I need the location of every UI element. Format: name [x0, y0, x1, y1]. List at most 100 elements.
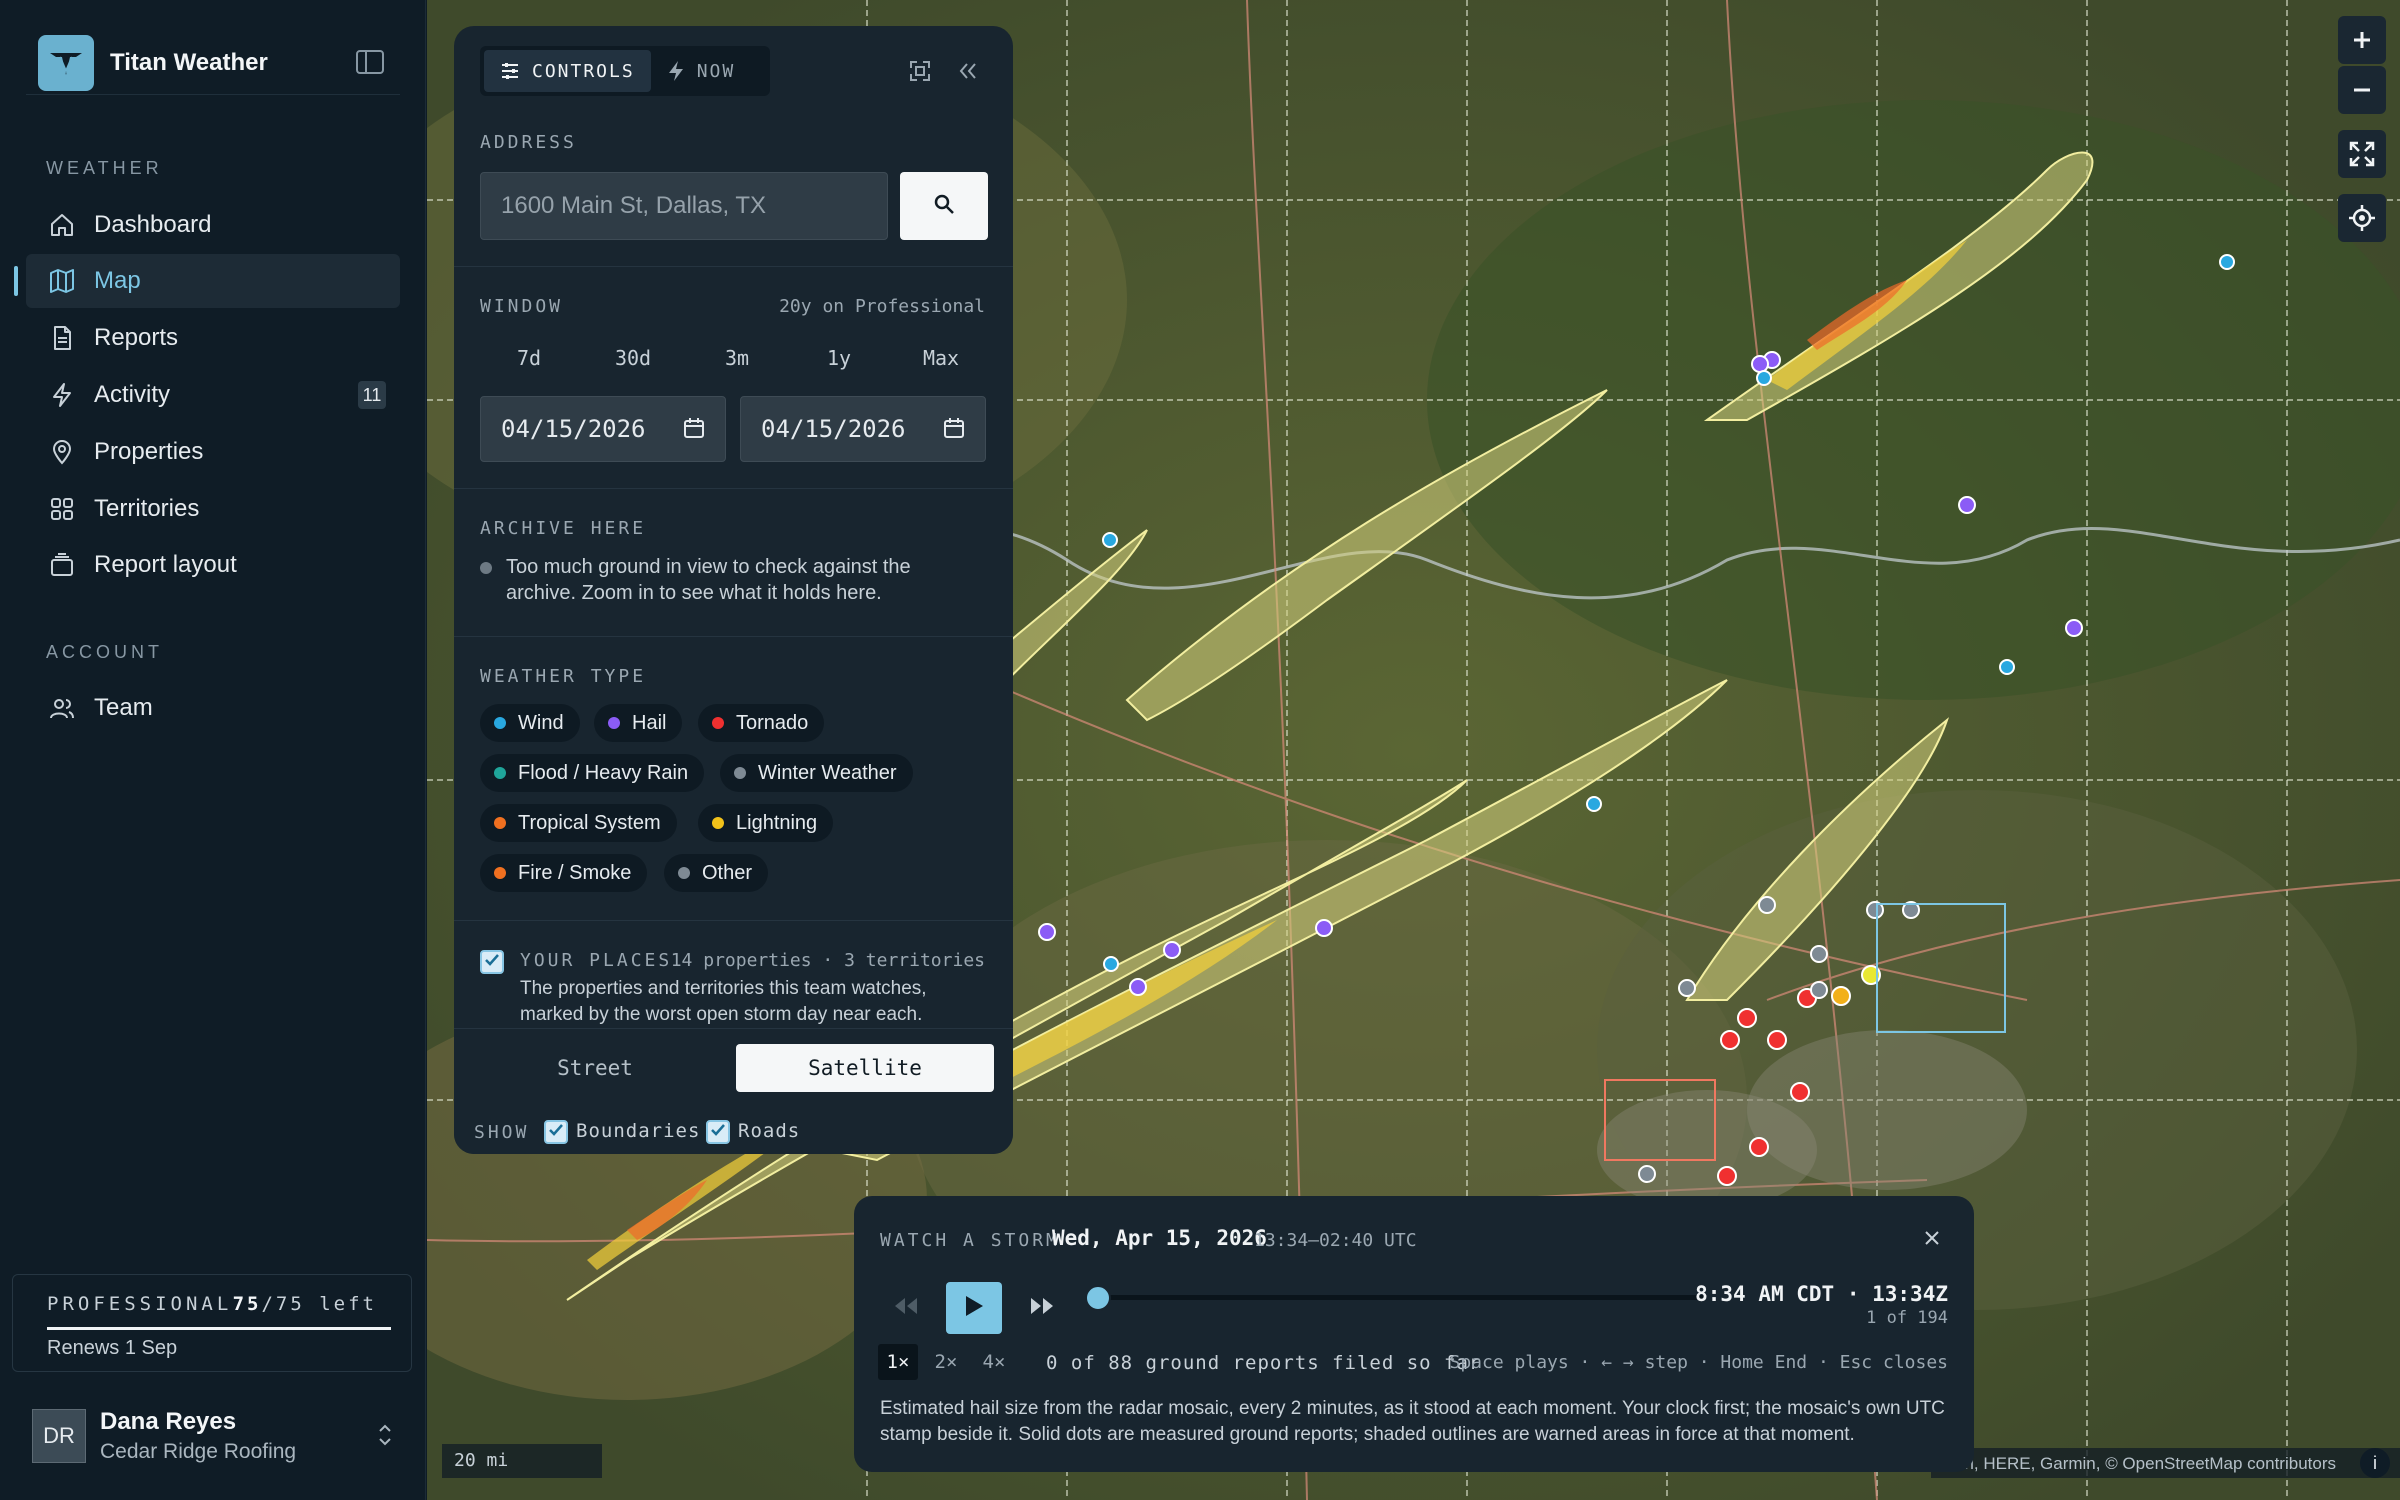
section-label-account: ACCOUNT: [46, 642, 163, 662]
roads-checkbox[interactable]: [706, 1120, 730, 1144]
zoom-in-button[interactable]: [2338, 16, 2386, 64]
sidebar-item-team[interactable]: Team: [26, 681, 400, 735]
sidebar-item-territories[interactable]: Territories: [26, 482, 400, 536]
sidebar-item-reports[interactable]: Reports: [26, 311, 400, 365]
zoom-out-button[interactable]: [2338, 66, 2386, 114]
timeline-thumb[interactable]: [1085, 1285, 1111, 1311]
map-scale: 20 mi: [442, 1444, 602, 1478]
basemap-satellite-button[interactable]: Satellite: [736, 1044, 994, 1092]
archive-status-dot: [480, 562, 492, 574]
basemap-street-button[interactable]: Street: [480, 1044, 710, 1092]
fullscreen-button[interactable]: [2338, 130, 2386, 178]
tornado-dot-icon: [712, 717, 724, 729]
window-option-7d[interactable]: 7d: [478, 346, 580, 370]
player-label: WATCH A STORM: [880, 1230, 1060, 1251]
sidebar-item-map[interactable]: Map: [26, 254, 400, 308]
expand-icon[interactable]: [905, 56, 935, 86]
chip-flood[interactable]: Flood / Heavy Rain: [480, 754, 705, 792]
archive-text: Too much ground in view to check against…: [506, 556, 911, 604]
user-org: Cedar Ridge Roofing: [100, 1440, 297, 1463]
check-icon: [710, 1122, 726, 1143]
window-label: WINDOW: [480, 296, 564, 317]
chip-tornado[interactable]: Tornado: [698, 704, 825, 742]
sidebar-item-label: Territories: [94, 495, 200, 522]
your-places-checkbox[interactable]: [480, 950, 504, 974]
calendar-icon: [683, 417, 705, 445]
sidebar-item-dashboard[interactable]: Dashboard: [26, 198, 400, 252]
sidebar-item-label: Reports: [94, 324, 179, 351]
chip-other[interactable]: Other: [664, 854, 769, 892]
address-label: ADDRESS: [480, 132, 577, 153]
roads-label: Roads: [738, 1120, 801, 1142]
layers-icon: [46, 549, 78, 581]
sidebar-item-activity[interactable]: Activity 11: [26, 368, 400, 422]
app-name: Titan Weather: [110, 49, 268, 76]
tab-now[interactable]: NOW: [651, 50, 752, 92]
brand: Titan Weather: [38, 32, 400, 94]
start-date-input[interactable]: 04/15/2026: [480, 396, 726, 462]
weather-type-label: WEATHER TYPE: [480, 666, 647, 687]
ground-reports-count: 0 of 88 ground reports filed so far: [1046, 1352, 1482, 1374]
bolt-icon: [667, 60, 685, 82]
sidebar-item-label: Team: [94, 694, 153, 721]
address-search-button[interactable]: [900, 172, 988, 240]
speed-1x[interactable]: 1×: [878, 1344, 918, 1380]
chip-winter-weather[interactable]: Winter Weather: [720, 754, 913, 792]
boundaries-label: Boundaries: [576, 1120, 701, 1142]
archive-label: ARCHIVE HERE: [480, 518, 647, 539]
boundaries-checkbox[interactable]: [544, 1120, 568, 1144]
chip-hail[interactable]: Hail: [594, 704, 683, 742]
close-icon[interactable]: [1920, 1226, 1944, 1250]
sidebar-item-report-layout[interactable]: Report layout: [26, 538, 400, 592]
step-forward-button[interactable]: [1022, 1282, 1062, 1334]
map-icon: [46, 265, 78, 297]
grid-icon: [46, 493, 78, 525]
speed-4x[interactable]: 4×: [974, 1344, 1014, 1380]
window-plan-note: 20y on Professional: [779, 296, 985, 317]
titan-logo-icon[interactable]: [38, 35, 94, 91]
sidebar-collapse-icon[interactable]: [354, 46, 386, 78]
controls-panel: CONTROLS NOW ADDRESS WINDOW 20y on Profe…: [454, 26, 1013, 1154]
play-icon: [963, 1294, 985, 1323]
other-dot-icon: [678, 867, 690, 879]
plan-name: PROFESSIONAL: [47, 1293, 233, 1315]
info-icon[interactable]: i: [2360, 1448, 2390, 1478]
user-menu[interactable]: DR Dana Reyes Cedar Ridge Roofing: [32, 1404, 406, 1468]
chevron-up-down-icon: [376, 1422, 394, 1453]
window-option-30d[interactable]: 30d: [582, 346, 684, 370]
fast-forward-icon: [1029, 1297, 1055, 1320]
document-icon: [46, 322, 78, 354]
window-option-max[interactable]: Max: [890, 346, 992, 370]
hail-dot-icon: [608, 717, 620, 729]
window-option-1y[interactable]: 1y: [788, 346, 890, 370]
check-icon: [548, 1122, 564, 1143]
timeline-track[interactable]: [1098, 1295, 1706, 1300]
chip-fire-smoke[interactable]: Fire / Smoke: [480, 854, 648, 892]
locate-me-button[interactable]: [2338, 194, 2386, 242]
window-option-3m[interactable]: 3m: [686, 346, 788, 370]
plan-renews: Renews 1 Sep: [47, 1337, 178, 1359]
step-back-button[interactable]: [886, 1282, 926, 1334]
player-time: 8:34 AM CDT · 13:34Z: [1695, 1282, 1948, 1306]
check-icon: [484, 952, 500, 973]
player-range: 13:34–02:40 UTC: [1254, 1230, 1417, 1251]
sidebar-item-properties[interactable]: Properties: [26, 425, 400, 479]
location-pin-icon: [46, 436, 78, 468]
bolt-icon: [46, 379, 78, 411]
end-date-input[interactable]: 04/15/2026: [740, 396, 986, 462]
tab-controls[interactable]: CONTROLS: [484, 50, 651, 92]
address-input[interactable]: [480, 172, 888, 240]
chip-wind[interactable]: Wind: [480, 704, 580, 742]
play-button[interactable]: [946, 1282, 1002, 1334]
chip-tropical-system[interactable]: Tropical System: [480, 804, 677, 842]
collapse-panel-icon[interactable]: [953, 56, 983, 86]
divider: [454, 1028, 1013, 1029]
chip-lightning[interactable]: Lightning: [698, 804, 834, 842]
player-frame-count: 1 of 194: [1866, 1308, 1948, 1328]
wind-dot-icon: [494, 717, 506, 729]
active-indicator: [14, 266, 18, 296]
storm-player: WATCH A STORM Wed, Apr 15, 2026 13:34–02…: [854, 1196, 1974, 1472]
search-icon: [932, 192, 956, 221]
your-places-description: The properties and territories this team…: [520, 978, 927, 1025]
speed-2x[interactable]: 2×: [926, 1344, 966, 1380]
